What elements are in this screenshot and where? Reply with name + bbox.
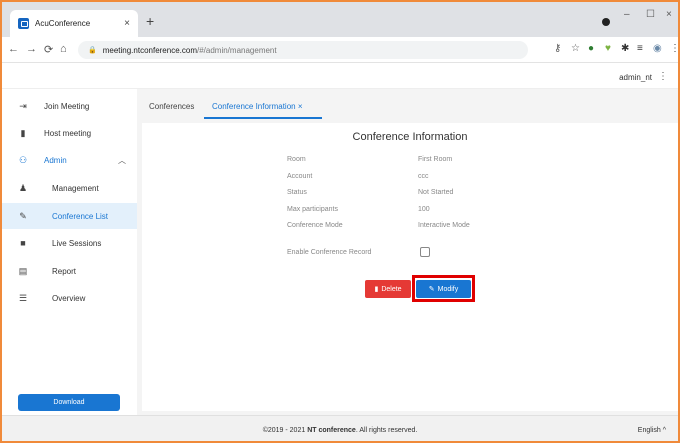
- user-name[interactable]: admin_nt: [619, 73, 652, 82]
- record-label: Enable Conference Record: [287, 249, 372, 256]
- lock-icon: 🔒: [88, 47, 97, 54]
- tab-title: AcuConference: [35, 19, 91, 28]
- sidebar-item-join-meeting[interactable]: ⇥ Join Meeting: [2, 93, 137, 119]
- sidebar-item-live-sessions[interactable]: ■ Live Sessions: [2, 230, 137, 256]
- recording-icon: [602, 18, 610, 26]
- admin-icon: ⚇: [18, 154, 28, 165]
- download-button[interactable]: Download: [18, 394, 120, 411]
- favicon-icon: [18, 18, 29, 29]
- field-value-status: Not Started: [418, 189, 454, 196]
- extension-shield-icon[interactable]: ♥: [605, 43, 611, 54]
- extensions-puzzle-icon[interactable]: ✱: [621, 43, 629, 54]
- users-icon: ♟: [18, 182, 28, 193]
- browser-window: AcuConference × + – ☐ × ← → ⟳ ⌂ 🔒 meetin…: [0, 0, 680, 443]
- sidebar-item-management[interactable]: ♟ Management: [2, 175, 137, 201]
- main-content: Conferences Conference Information × Con…: [137, 89, 678, 415]
- sidebar-item-label: Live Sessions: [52, 238, 102, 248]
- profile-avatar[interactable]: ◉: [653, 43, 662, 54]
- sidebar-item-label: Admin: [44, 155, 67, 165]
- chevron-up-icon: ^: [662, 427, 666, 434]
- language-selector[interactable]: English ^: [638, 427, 666, 434]
- sidebar-item-label: Host meeting: [44, 128, 92, 138]
- extension-green-icon[interactable]: ●: [588, 43, 594, 54]
- field-label-status: Status: [287, 189, 307, 196]
- field-value-conference-mode: Interactive Mode: [418, 222, 470, 229]
- sidebar-item-overview[interactable]: ☰ Overview: [2, 285, 137, 311]
- user-menu-icon[interactable]: ⋮: [658, 71, 668, 82]
- url-text: meeting.ntconference.com/#/admin/managem…: [103, 46, 277, 55]
- app-header: admin_nt ⋮: [2, 63, 678, 89]
- sidebar-item-label: Overview: [52, 293, 86, 303]
- list-icon: ☰: [18, 292, 28, 303]
- field-value-account: ccc: [418, 173, 429, 180]
- trash-icon: ▮: [374, 286, 379, 293]
- delete-label: Delete: [381, 285, 402, 293]
- home-icon[interactable]: ⌂: [60, 43, 67, 55]
- field-label-conference-mode: Conference Mode: [287, 222, 343, 229]
- tab-conferences[interactable]: Conferences: [149, 102, 194, 111]
- tab-conference-information[interactable]: Conference Information ×: [212, 102, 303, 111]
- forward-icon[interactable]: →: [26, 43, 37, 55]
- delete-button[interactable]: ▮ Delete: [365, 280, 411, 298]
- field-label-room: Room: [287, 156, 306, 163]
- brand-name: NT conference: [307, 427, 356, 434]
- sidebar-item-host-meeting[interactable]: ▮ Host meeting: [2, 120, 137, 146]
- sidebar-item-label: Management: [52, 183, 99, 193]
- minimize-icon[interactable]: –: [624, 9, 630, 20]
- address-row: ← → ⟳ ⌂ 🔒 meeting.ntconference.com/#/adm…: [2, 37, 678, 63]
- video-icon: ■: [20, 238, 26, 248]
- report-icon: ▤: [18, 265, 28, 276]
- edit-icon: ✎: [19, 210, 27, 221]
- tab-strip: AcuConference × + – ☐ ×: [2, 2, 678, 37]
- conference-info-card: Conference Information Room First Room A…: [142, 123, 678, 411]
- field-value-room: First Room: [418, 156, 453, 163]
- address-bar[interactable]: 🔒 meeting.ntconference.com/#/admin/manag…: [78, 41, 528, 59]
- browser-menu-icon[interactable]: ⋮: [670, 43, 678, 54]
- url-host: meeting.ntconference.com: [102, 45, 197, 55]
- field-label-account: Account: [287, 173, 313, 180]
- tab-close-icon[interactable]: ×: [124, 18, 130, 29]
- highlight-box: [412, 275, 475, 302]
- maximize-icon[interactable]: ☐: [646, 9, 655, 20]
- url-path: /#/admin/management: [197, 45, 277, 55]
- key-icon[interactable]: ⚷: [554, 43, 561, 54]
- field-value-max-participants: 100: [418, 206, 430, 213]
- copyright: ©2019 - 2021 NT conference. All rights r…: [262, 427, 418, 434]
- copyright-prefix: ©2019 - 2021: [262, 427, 306, 434]
- copyright-suffix: All rights reserved.: [359, 427, 418, 434]
- star-icon[interactable]: ☆: [571, 43, 580, 54]
- tab-close-icon[interactable]: ×: [298, 102, 303, 111]
- page-title: Conference Information: [352, 131, 468, 143]
- browser-tab[interactable]: AcuConference ×: [10, 10, 138, 37]
- sidebar-item-admin[interactable]: ⚇ Admin ︿: [2, 147, 137, 173]
- record-checkbox[interactable]: [420, 247, 430, 257]
- back-icon[interactable]: ←: [8, 43, 19, 55]
- active-tab-indicator: [204, 117, 322, 119]
- sidebar-item-label: Conference List: [52, 211, 109, 221]
- chevron-up-icon: ︿: [118, 155, 126, 165]
- phone-icon: ▮: [20, 127, 26, 138]
- sidebar: ⇥ Join Meeting ▮ Host meeting ⚇ Admin ︿ …: [2, 89, 137, 415]
- sidebar-item-label: Join Meeting: [44, 101, 90, 111]
- content-tabs: Conferences Conference Information ×: [137, 95, 678, 119]
- sidebar-item-conference-list[interactable]: ✎ Conference List: [2, 203, 137, 229]
- language-label: English: [637, 427, 661, 434]
- login-icon: ⇥: [19, 100, 27, 111]
- sidebar-item-label: Report: [52, 266, 77, 276]
- reading-list-icon[interactable]: ≡: [637, 43, 643, 54]
- sidebar-item-report[interactable]: ▤ Report: [2, 258, 137, 284]
- tab-label: Conference Information: [212, 102, 296, 111]
- footer: ©2019 - 2021 NT conference. All rights r…: [2, 415, 678, 441]
- field-label-max-participants: Max participants: [287, 206, 338, 213]
- window-close-icon[interactable]: ×: [666, 9, 672, 20]
- reload-icon[interactable]: ⟳: [44, 43, 53, 56]
- new-tab-icon[interactable]: +: [146, 14, 154, 28]
